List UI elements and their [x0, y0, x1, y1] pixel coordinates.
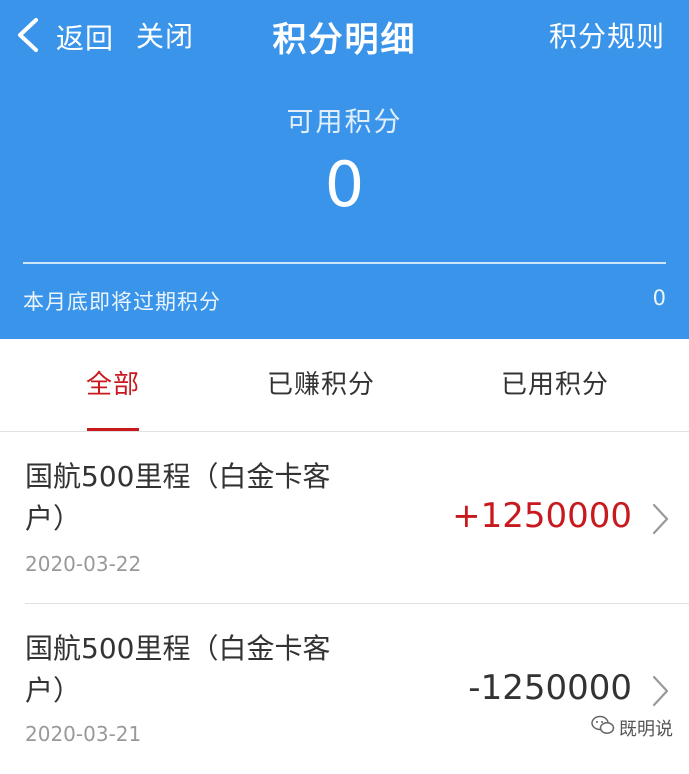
- expiring-points-value: 0: [652, 286, 666, 310]
- watermark-text: 既明说: [619, 718, 673, 740]
- record-amount: -1250000: [468, 668, 632, 708]
- tab-used[interactable]: 已用积分: [480, 339, 630, 431]
- record-title: 国航500里程（白金卡客户）: [25, 632, 331, 707]
- record-amount: +1250000: [452, 496, 632, 536]
- points-record-row[interactable]: 国航500里程（白金卡客户） 2020-03-22 +1250000: [0, 432, 689, 602]
- available-points-value: 0: [324, 148, 365, 221]
- points-rules-link[interactable]: 积分规则: [549, 14, 665, 60]
- watermark: 既明说: [591, 714, 673, 741]
- nav-bar: 返回 关闭 积分明细 积分规则: [0, 0, 689, 74]
- filter-tabs: 全部 已赚积分 已用积分: [0, 339, 689, 432]
- chevron-right-icon: [650, 674, 670, 708]
- chevron-right-icon: [650, 502, 670, 536]
- wechat-icon: [591, 714, 619, 741]
- record-title: 国航500里程（白金卡客户）: [25, 460, 331, 535]
- header-divider: [23, 262, 666, 264]
- record-date: 2020-03-22: [25, 552, 142, 576]
- record-date: 2020-03-21: [25, 722, 142, 746]
- active-tab-indicator: [87, 428, 139, 431]
- points-record-row[interactable]: 国航500里程（白金卡客户） 2020-03-21 -1250000: [0, 604, 689, 774]
- expiring-points-label: 本月底即将过期积分: [23, 290, 221, 314]
- tab-earned[interactable]: 已赚积分: [246, 339, 396, 431]
- tab-all[interactable]: 全部: [60, 339, 166, 431]
- available-points-label: 可用积分: [286, 107, 403, 138]
- points-header: 返回 关闭 积分明细 积分规则 可用积分 0 本月底即将过期积分 0: [0, 0, 689, 339]
